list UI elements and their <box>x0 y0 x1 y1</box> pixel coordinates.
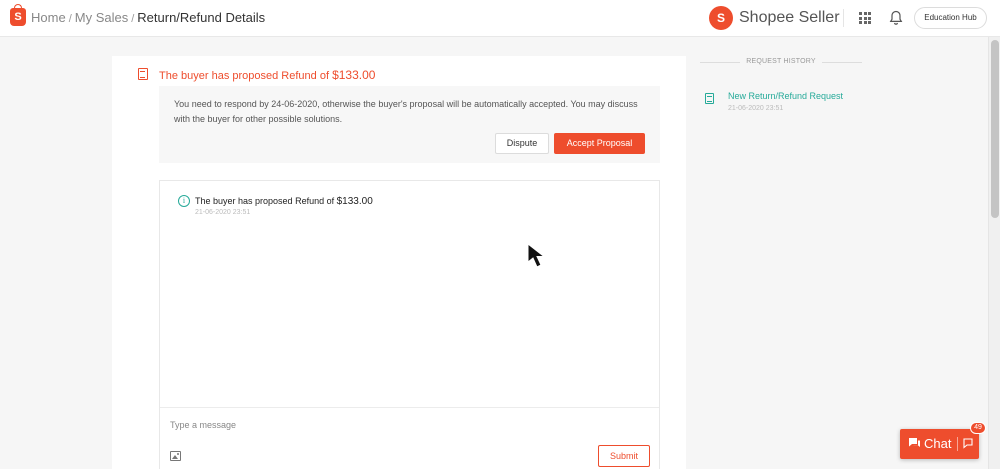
proposal-title-text: The buyer has proposed Refund of <box>159 70 330 82</box>
chat-unread-badge: 49 <box>970 422 986 434</box>
apps-grid-icon[interactable] <box>859 12 871 24</box>
chat-divider <box>957 437 958 451</box>
chat-widget-button[interactable]: Chat <box>900 429 979 459</box>
image-icon[interactable] <box>170 451 181 461</box>
top-navigation-bar: S Home / My Sales / Return/Refund Details S … <box>0 0 1000 37</box>
breadcrumb-current: Return/Refund Details <box>137 10 266 25</box>
accept-proposal-button[interactable]: Accept Proposal <box>554 133 645 154</box>
education-hub-button[interactable]: Education Hub <box>914 7 987 29</box>
message-input[interactable] <box>170 417 470 433</box>
submit-button[interactable]: Submit <box>598 445 650 467</box>
return-refund-card: The buyer has proposed Refund of $133.00… <box>112 56 686 469</box>
page-scrollbar[interactable] <box>988 37 1000 469</box>
chat-expand-icon[interactable] <box>963 438 973 449</box>
breadcrumb-separator: / <box>131 13 135 25</box>
system-message-time: 21-06-2020 23:51 <box>195 209 251 216</box>
mouse-cursor-icon <box>527 243 546 268</box>
dispute-button[interactable]: Dispute <box>495 133 549 154</box>
response-notice-box: You need to respond by 24-06-2020, other… <box>159 86 660 163</box>
shopee-seller-logo-icon[interactable]: S <box>709 6 733 30</box>
document-icon <box>705 93 714 104</box>
breadcrumb: Home / My Sales / Return/Refund Details <box>31 10 265 25</box>
system-message-text: The buyer has proposed Refund of <box>195 196 335 206</box>
history-item-title[interactable]: New Return/Refund Request <box>728 91 843 101</box>
request-history-heading: REQUEST HISTORY <box>700 58 862 65</box>
history-item-time: 21-06-2020 23:51 <box>728 105 784 112</box>
proposal-title: The buyer has proposed Refund of $133.00 <box>159 68 375 82</box>
proposal-amount: $133.00 <box>332 68 376 82</box>
input-divider <box>160 407 659 408</box>
conversation-panel: i The buyer has proposed Refund of $133.… <box>159 180 660 469</box>
brand-name[interactable]: Shopee Seller <box>739 9 840 27</box>
breadcrumb-home[interactable]: Home <box>31 10 66 25</box>
chat-bubble-icon <box>909 438 920 447</box>
info-icon: i <box>178 195 190 207</box>
document-icon <box>138 68 148 80</box>
system-message: The buyer has proposed Refund of $133.00 <box>195 196 373 207</box>
breadcrumb-my-sales[interactable]: My Sales <box>75 10 128 25</box>
chat-label: Chat <box>924 436 952 451</box>
breadcrumb-separator: / <box>68 13 72 25</box>
bell-icon[interactable] <box>889 10 903 26</box>
response-notice-text: You need to respond by 24-06-2020, other… <box>174 99 638 124</box>
shopee-bag-icon[interactable]: S <box>10 4 26 26</box>
scrollbar-thumb[interactable] <box>991 40 999 218</box>
system-message-amount: $133.00 <box>336 196 373 207</box>
header-divider <box>843 9 844 27</box>
